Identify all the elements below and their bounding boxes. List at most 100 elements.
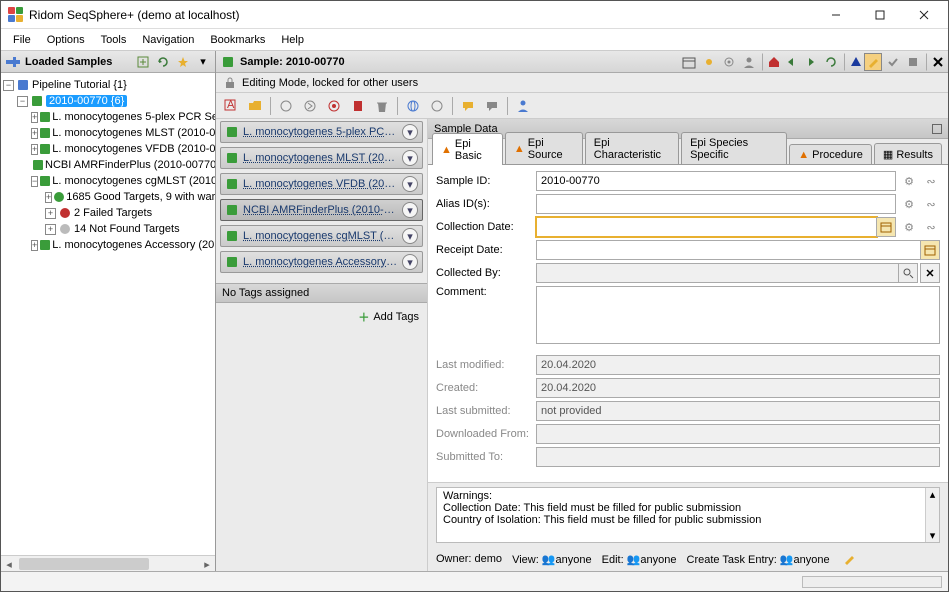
calendar-icon[interactable] [876, 217, 896, 237]
tree-expand-icon[interactable]: + [31, 240, 38, 251]
tree-child[interactable]: + L. monocytogenes MLST (2010-007 [3, 125, 213, 141]
tree-expand-icon[interactable]: + [45, 192, 52, 203]
sample-tree[interactable]: − Pipeline Tutorial {1} − 2010-00770 {6}… [1, 73, 215, 555]
stop-icon[interactable] [904, 53, 922, 71]
target-icon[interactable] [325, 97, 343, 115]
receipt-date-input[interactable] [536, 240, 921, 260]
favorite-icon[interactable] [175, 54, 191, 70]
collection-date-input[interactable] [536, 217, 877, 237]
tree-collapse-icon[interactable]: − [3, 80, 14, 91]
scroll-thumb[interactable] [19, 558, 149, 570]
submit-icon[interactable] [844, 53, 862, 71]
sun-icon[interactable] [700, 53, 718, 71]
minimize-button[interactable] [814, 1, 858, 29]
tree-expand-icon[interactable] [135, 54, 151, 70]
tab-epi-species[interactable]: Epi Species Specific [681, 132, 787, 164]
person-icon[interactable] [514, 97, 532, 115]
tab-epi-source[interactable]: ▲Epi Source [505, 132, 583, 164]
calendar-icon[interactable] [920, 240, 940, 260]
scroll-left-icon[interactable]: ◂ [1, 556, 17, 571]
chevron-down-icon[interactable]: ▾ [402, 150, 418, 166]
edit-permissions-icon[interactable] [840, 550, 858, 568]
refresh-icon[interactable] [155, 54, 171, 70]
tree-expand-icon[interactable]: + [45, 208, 56, 219]
tree-sample-selected[interactable]: − 2010-00770 {6} [3, 93, 213, 109]
menu-navigation[interactable]: Navigation [134, 32, 202, 48]
trash-icon[interactable] [373, 97, 391, 115]
tree-child[interactable]: + L. monocytogenes 5-plex PCR Sero [3, 109, 213, 125]
tree-expand-icon[interactable]: + [31, 128, 38, 139]
project-item[interactable]: L. monocytogenes cgMLST (2010-00... ▾ [220, 225, 423, 247]
section-maximize-icon[interactable] [932, 124, 942, 134]
tree-expand-icon[interactable]: + [31, 144, 38, 155]
tree-child-expanded[interactable]: − L. monocytogenes cgMLST (2010-0 [3, 173, 213, 189]
tab-epi-basic[interactable]: ▲Epi Basic [432, 133, 503, 165]
refresh-icon[interactable] [822, 53, 840, 71]
close-panel-icon[interactable] [926, 53, 944, 71]
field-link-icon[interactable]: ∾ [922, 195, 940, 213]
tree-child[interactable]: + L. monocytogenes VFDB (2010-007 [3, 141, 213, 157]
project-item[interactable]: L. monocytogenes 5-plex PCR Sero... ▾ [220, 121, 423, 143]
comment-input[interactable] [536, 286, 940, 344]
clipboard-icon[interactable] [349, 97, 367, 115]
back-icon[interactable] [782, 53, 800, 71]
circle-icon[interactable] [277, 97, 295, 115]
tree-sub[interactable]: + 1685 Good Targets, 9 with war [3, 189, 213, 205]
user-icon[interactable] [740, 53, 758, 71]
add-tags-row[interactable]: ＋ Add Tags [216, 303, 427, 331]
tree-horiz-scrollbar[interactable]: ◂ ▸ [1, 555, 215, 571]
field-gear-icon[interactable]: ⚙ [900, 195, 918, 213]
globe-icon[interactable] [404, 97, 422, 115]
alias-id-input[interactable] [536, 194, 896, 214]
chevron-down-icon[interactable]: ▾ [402, 124, 418, 140]
tab-epi-characteristic[interactable]: Epi Characteristic [585, 132, 679, 164]
folder-icon[interactable] [246, 97, 264, 115]
tree-sub[interactable]: + 14 Not Found Targets [3, 221, 213, 237]
scroll-right-icon[interactable]: ▸ [199, 556, 215, 571]
chevron-down-icon[interactable]: ▾ [402, 254, 418, 270]
warnings-scrollbar[interactable]: ▴▾ [925, 488, 939, 542]
sample-id-input[interactable] [536, 171, 896, 191]
chevron-down-icon[interactable]: ▾ [402, 202, 418, 218]
dropdown-icon[interactable]: ▾ [195, 54, 211, 70]
chat-icon[interactable] [459, 97, 477, 115]
edit-icon[interactable] [864, 53, 882, 71]
chevron-down-icon[interactable]: ▾ [402, 176, 418, 192]
tree-collapse-icon[interactable]: − [17, 96, 28, 107]
close-button[interactable] [902, 1, 946, 29]
chat-add-icon[interactable] [483, 97, 501, 115]
scroll-down-icon[interactable]: ▾ [930, 529, 936, 542]
share-icon[interactable] [428, 97, 446, 115]
edit-tag-icon[interactable]: A [222, 97, 240, 115]
lookup-icon[interactable] [898, 263, 918, 283]
tree-root[interactable]: − Pipeline Tutorial {1} [3, 77, 213, 93]
tree-child[interactable]: NCBI AMRFinderPlus (2010-00770) [3, 157, 213, 173]
tree-expand-icon[interactable]: + [31, 112, 38, 123]
project-item[interactable]: L. monocytogenes MLST (2010-00770) ▾ [220, 147, 423, 169]
project-item-selected[interactable]: NCBI AMRFinderPlus (2010-00770) ▾ [220, 199, 423, 221]
chevron-down-icon[interactable]: ▾ [402, 228, 418, 244]
tree-collapse-icon[interactable]: − [31, 176, 38, 187]
tree-sub[interactable]: + 2 Failed Targets [3, 205, 213, 221]
menu-file[interactable]: File [5, 32, 39, 48]
field-link-icon[interactable]: ∾ [922, 172, 940, 190]
forward-icon[interactable] [802, 53, 820, 71]
menu-tools[interactable]: Tools [93, 32, 135, 48]
collected-by-input[interactable] [536, 263, 899, 283]
project-item[interactable]: L. monocytogenes VFDB (2010-00770) ▾ [220, 173, 423, 195]
tab-results[interactable]: ▦Results [874, 143, 942, 164]
check-icon[interactable] [884, 53, 902, 71]
project-item[interactable]: L. monocytogenes Accessory (2010... ▾ [220, 251, 423, 273]
calendar-icon[interactable] [680, 53, 698, 71]
menu-help[interactable]: Help [273, 32, 312, 48]
menu-bookmarks[interactable]: Bookmarks [202, 32, 273, 48]
tab-procedure[interactable]: ▲Procedure [789, 144, 872, 164]
gear-icon[interactable] [720, 53, 738, 71]
field-link-icon[interactable]: ∾ [922, 218, 940, 236]
field-gear-icon[interactable]: ⚙ [900, 172, 918, 190]
menu-options[interactable]: Options [39, 32, 93, 48]
field-gear-icon[interactable]: ⚙ [900, 218, 918, 236]
next-icon[interactable] [301, 97, 319, 115]
tree-expand-icon[interactable]: + [45, 224, 56, 235]
maximize-button[interactable] [858, 1, 902, 29]
